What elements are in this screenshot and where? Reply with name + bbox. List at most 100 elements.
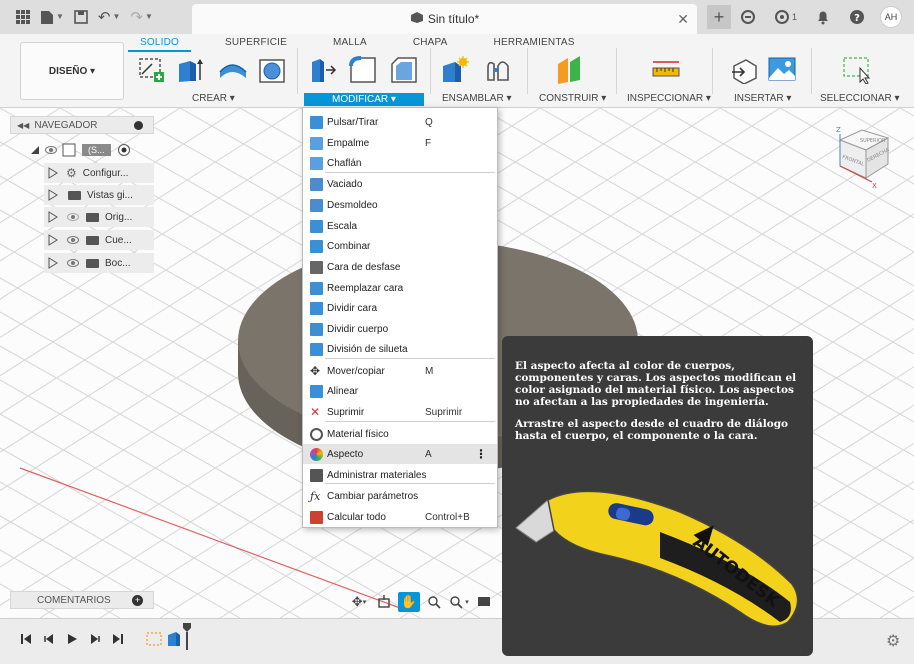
- visibility-eye-icon[interactable]: [45, 146, 57, 154]
- group-inspeccionar[interactable]: INSPECCIONAR ▾: [627, 93, 711, 104]
- browser-item-named-views[interactable]: Vistas gi...: [44, 185, 154, 205]
- file-menu-icon[interactable]: ▼: [40, 10, 64, 25]
- shell-sphere-icon[interactable]: [258, 56, 285, 83]
- browser-item-sketches[interactable]: Boc...: [44, 253, 154, 273]
- menu-item-alinear[interactable]: Alinear: [303, 381, 497, 401]
- collapsed-arrow-icon[interactable]: [48, 167, 58, 179]
- collapsed-arrow-icon[interactable]: [48, 234, 58, 246]
- menu-item-empalme[interactable]: Empalme F: [303, 133, 497, 153]
- pan-hand-icon[interactable]: ✋: [398, 592, 420, 612]
- display-settings-icon[interactable]: [473, 592, 495, 612]
- jobs-icon[interactable]: 1: [774, 9, 797, 25]
- step-back-icon[interactable]: [43, 633, 55, 648]
- app-grid-icon[interactable]: [16, 10, 30, 24]
- menu-item-chaflan[interactable]: Chaflán: [303, 153, 497, 173]
- browser-item-origin[interactable]: Orig...: [44, 207, 154, 227]
- browser-item-bodies[interactable]: Cue...: [44, 230, 154, 250]
- hidden-eye-icon[interactable]: [67, 213, 79, 221]
- timeline-marker[interactable]: [182, 623, 192, 654]
- tab-superficie[interactable]: SUPERFICIE: [225, 37, 287, 52]
- browser-root[interactable]: (S...: [30, 140, 154, 160]
- navigator-pin-icon[interactable]: [134, 121, 143, 130]
- group-ensamblar[interactable]: ENSAMBLAR ▾: [442, 93, 511, 104]
- menu-separator: [325, 172, 495, 173]
- insert-image-icon[interactable]: [768, 56, 796, 82]
- more-options-icon[interactable]: ⋮: [475, 447, 487, 461]
- menu-item-pulsar-tirar[interactable]: Pulsar/Tirar Q: [303, 112, 497, 132]
- group-seleccionar[interactable]: SELECCIONAR ▾: [820, 93, 899, 104]
- new-component-icon[interactable]: [441, 56, 469, 82]
- menu-item-dividir-cara[interactable]: Dividir cara: [303, 298, 497, 318]
- group-construir[interactable]: CONSTRUIR ▾: [539, 93, 606, 104]
- view-cube[interactable]: SUPERIOR FRONTAL DERECHA Z X: [832, 122, 896, 192]
- fillet-icon[interactable]: [349, 56, 376, 83]
- menu-item-cambiar-parametros[interactable]: ƒx Cambiar parámetros: [303, 486, 497, 506]
- visibility-eye-icon[interactable]: [67, 259, 79, 267]
- tab-herramientas[interactable]: HERRAMIENTAS: [494, 37, 575, 52]
- menu-item-administrar-materiales[interactable]: Administrar materiales: [303, 465, 497, 485]
- menu-item-division-de-silueta[interactable]: División de silueta: [303, 339, 497, 359]
- menu-item-material-fisico[interactable]: Material físico: [303, 424, 497, 444]
- svg-text:?: ?: [854, 13, 860, 24]
- menu-item-dividir-cuerpo[interactable]: Dividir cuerpo: [303, 319, 497, 339]
- close-tab-icon[interactable]: ✕: [677, 11, 689, 28]
- joint-icon[interactable]: [484, 56, 510, 82]
- menu-item-vaciado[interactable]: Vaciado: [303, 174, 497, 194]
- timeline-settings-gear-icon[interactable]: ⚙: [886, 631, 900, 651]
- save-icon[interactable]: [74, 10, 88, 24]
- select-window-icon[interactable]: [842, 56, 871, 85]
- zoom-window-icon[interactable]: ▾: [448, 592, 470, 612]
- data-panel-icon[interactable]: [740, 9, 756, 25]
- group-modificar[interactable]: MODIFICAR ▾: [304, 93, 424, 106]
- comments-panel[interactable]: COMENTARIOS +: [10, 591, 154, 609]
- expanded-arrow-icon[interactable]: [30, 145, 40, 155]
- new-tab-button[interactable]: +: [706, 5, 731, 29]
- offset-plane-icon[interactable]: [556, 56, 582, 84]
- group-crear[interactable]: CREAR ▾: [192, 93, 235, 104]
- menu-item-aspecto[interactable]: Aspecto A ⋮: [303, 444, 497, 464]
- collapsed-arrow-icon[interactable]: [48, 257, 58, 269]
- timeline-sketch-icon[interactable]: [146, 629, 164, 650]
- collapse-icon[interactable]: ◀◀: [17, 121, 29, 130]
- document-tab[interactable]: Sin título* ✕: [192, 4, 697, 34]
- menu-item-escala[interactable]: Escala: [303, 216, 497, 236]
- extrude-icon[interactable]: [176, 56, 203, 82]
- avatar[interactable]: AH: [880, 6, 902, 28]
- notifications-icon[interactable]: [815, 9, 831, 25]
- play-icon[interactable]: [66, 633, 78, 648]
- menu-item-calcular-todo[interactable]: Calcular todo Control+B: [303, 507, 497, 527]
- menu-item-suprimir[interactable]: ✕ Suprimir Suprimir: [303, 402, 497, 422]
- insert-derive-icon[interactable]: [730, 56, 757, 85]
- collapsed-arrow-icon[interactable]: [48, 189, 58, 201]
- press-pull-icon[interactable]: [308, 56, 337, 82]
- go-to-start-icon[interactable]: [20, 633, 32, 648]
- orbit-icon[interactable]: ✥ ▾: [348, 592, 370, 612]
- step-forward-icon[interactable]: [89, 633, 101, 648]
- create-sketch-icon[interactable]: [138, 56, 164, 82]
- navigator-header[interactable]: ◀◀ NAVEGADOR: [10, 116, 154, 134]
- browser-item-settings[interactable]: ⚙ Configur...: [44, 163, 154, 183]
- group-insertar[interactable]: INSERTAR ▾: [734, 93, 791, 104]
- menu-item-combinar[interactable]: Combinar: [303, 236, 497, 256]
- tab-solido[interactable]: SOLIDO: [128, 37, 191, 52]
- undo-icon[interactable]: ↶ ▼: [98, 10, 121, 25]
- redo-icon[interactable]: ↷ ▼: [130, 10, 153, 25]
- revolve-icon[interactable]: [218, 56, 247, 82]
- chamfer-icon[interactable]: [390, 56, 417, 83]
- zoom-icon[interactable]: [423, 592, 445, 612]
- measure-icon[interactable]: [652, 56, 680, 82]
- menu-item-desmoldeo[interactable]: Desmoldeo: [303, 195, 497, 215]
- menu-item-mover-copiar[interactable]: ✥ Mover/copiar M: [303, 361, 497, 381]
- tab-malla[interactable]: MALLA: [333, 37, 367, 52]
- menu-item-cara-de-desfase[interactable]: Cara de desfase: [303, 257, 497, 277]
- collapsed-arrow-icon[interactable]: [48, 211, 58, 223]
- active-radio-icon[interactable]: [117, 143, 131, 157]
- workspace-switcher-button[interactable]: DISEÑO ▾: [20, 42, 124, 100]
- browser-item-label: Vistas gi...: [87, 189, 133, 201]
- visibility-eye-icon[interactable]: [67, 236, 79, 244]
- go-to-end-icon[interactable]: [112, 633, 124, 648]
- help-icon[interactable]: ?: [849, 9, 865, 25]
- look-at-icon[interactable]: [373, 592, 395, 612]
- add-comment-icon[interactable]: +: [132, 595, 143, 606]
- menu-item-reemplazar-cara[interactable]: Reemplazar cara: [303, 278, 497, 298]
